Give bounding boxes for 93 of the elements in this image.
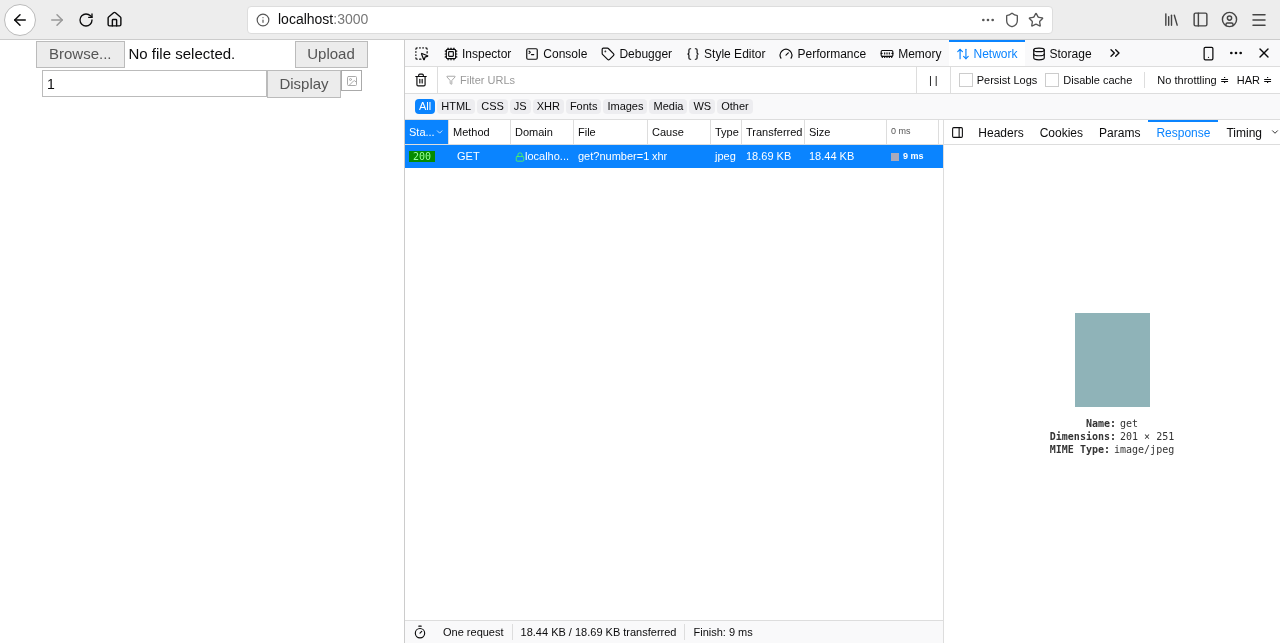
column-header[interactable]: Transferred [742, 120, 805, 144]
broken-image-icon [341, 70, 362, 91]
clear-icon[interactable] [414, 73, 428, 87]
timing-bar [891, 152, 899, 161]
transferred-cell-text: 18.69 KB [745, 149, 793, 165]
type-filter[interactable]: Other [717, 99, 753, 114]
preview-value: get [1120, 416, 1139, 430]
type-filter[interactable]: All [415, 99, 436, 114]
dock-icon[interactable] [1201, 45, 1216, 61]
har-menu[interactable]: HAR ≑ [1236, 71, 1272, 89]
cause-cell-text: xhr [651, 149, 669, 165]
element-picker-icon[interactable] [413, 45, 429, 61]
stopwatch-icon[interactable] [413, 625, 427, 639]
sort-icon [434, 127, 444, 137]
tab-icon [444, 47, 458, 61]
type-filter[interactable]: WS [689, 99, 716, 114]
preview-value: 201 × 251 [1120, 429, 1175, 443]
filter-icon [446, 75, 456, 85]
devtools-tab[interactable]: Inspector [437, 40, 519, 66]
devtools-tab[interactable]: Storage [1024, 40, 1099, 66]
checkbox[interactable] [1045, 73, 1060, 87]
throttling-select[interactable]: No throttling ≑ [1144, 71, 1229, 89]
checkbox-label: Persist Logs [976, 72, 1038, 88]
info-icon[interactable] [256, 12, 270, 27]
reload-icon[interactable] [78, 11, 94, 28]
transfer-summary: 18.44 KB / 18.69 KB transferred [512, 623, 686, 641]
column-header[interactable]: 0 ms [887, 120, 939, 144]
tab-icon [601, 47, 616, 61]
request-count: One request [435, 623, 513, 641]
type-filter[interactable]: Fonts [565, 99, 602, 114]
devtools-tab[interactable]: Console [518, 40, 595, 66]
status-code: 200 [409, 151, 436, 163]
timing-cell-text: 9 ms [903, 149, 924, 163]
url-port: :3000 [333, 10, 369, 29]
browse-button[interactable]: Browse... [36, 41, 125, 68]
checkbox-label: Disable cache [1063, 72, 1133, 88]
lock-icon [515, 151, 525, 162]
column-header[interactable]: Size [805, 120, 887, 144]
file-cell-text: get?number=1 [577, 149, 648, 165]
url-host: localhost [278, 10, 334, 29]
devtools-tab[interactable]: Style Editor [679, 40, 773, 66]
column-header[interactable]: Cause [648, 120, 711, 144]
tab-icon [955, 47, 970, 61]
type-filter[interactable]: Images [603, 99, 648, 114]
detail-tab[interactable]: Timing [1218, 120, 1270, 144]
toggle-panel-icon[interactable] [950, 125, 964, 139]
tab-icon [779, 47, 794, 61]
detail-tab[interactable]: Response [1148, 120, 1219, 144]
bookmark-star-icon[interactable] [1028, 11, 1044, 28]
devtools-tab[interactable]: Network [948, 40, 1025, 66]
type-filter[interactable]: XHR [532, 99, 564, 114]
detail-tab[interactable]: Headers [970, 120, 1032, 144]
checkbox[interactable] [958, 73, 973, 87]
column-header[interactable]: Method [449, 120, 511, 144]
preview-key: Dimensions: [1049, 429, 1116, 443]
address-bar[interactable]: localhost:3000 [247, 5, 1053, 34]
back-button[interactable] [4, 3, 36, 36]
tab-icon [525, 47, 540, 61]
tab-icon [880, 47, 895, 61]
tab-icon [1031, 47, 1046, 61]
preview-key: MIME Type: [1049, 442, 1110, 456]
method-cell-text: GET [456, 149, 481, 165]
account-icon[interactable] [1221, 11, 1238, 28]
finish-time: Finish: 9 ms [692, 624, 754, 640]
file-status: No file selected. [128, 44, 237, 65]
home-icon[interactable] [106, 11, 123, 28]
display-button[interactable]: Display [267, 70, 341, 98]
type-filter[interactable]: Media [649, 99, 688, 114]
preview-key: Name: [1085, 416, 1116, 430]
size-cell-text: 18.44 KB [808, 149, 856, 165]
devtools-tab[interactable]: Memory [873, 40, 949, 66]
detail-tab[interactable]: Cookies [1031, 120, 1092, 144]
column-header[interactable]: Domain [511, 120, 574, 144]
preview-value: image/jpeg [1114, 442, 1175, 456]
number-field[interactable]: 1 [42, 70, 267, 97]
library-icon[interactable] [1163, 11, 1180, 28]
column-header[interactable]: Type [711, 120, 742, 144]
column-header[interactable]: File [574, 120, 648, 144]
type-filter[interactable]: JS [509, 99, 531, 114]
type-filter[interactable]: CSS [477, 99, 508, 114]
upload-button[interactable]: Upload [294, 41, 368, 68]
devtools-tab[interactable]: Performance [772, 40, 874, 66]
domain-cell-text: localho... [525, 149, 570, 165]
type-filter[interactable]: HTML [437, 99, 476, 114]
dropdown-icon[interactable] [1270, 127, 1280, 137]
devtools-tab[interactable]: Debugger [594, 40, 680, 66]
pause-button[interactable]: | | [915, 67, 951, 93]
request-row[interactable]: 200 GET localho... get?number=1 xhr jpeg 18.69 KB 18.44 KB 9 ms [405, 145, 943, 168]
column-header[interactable]: Sta... [405, 120, 449, 144]
sidebar-icon[interactable] [1192, 11, 1209, 28]
detail-tab[interactable]: Params [1091, 120, 1149, 144]
type-cell-text: jpeg [713, 149, 737, 165]
tab-icon [686, 47, 701, 61]
